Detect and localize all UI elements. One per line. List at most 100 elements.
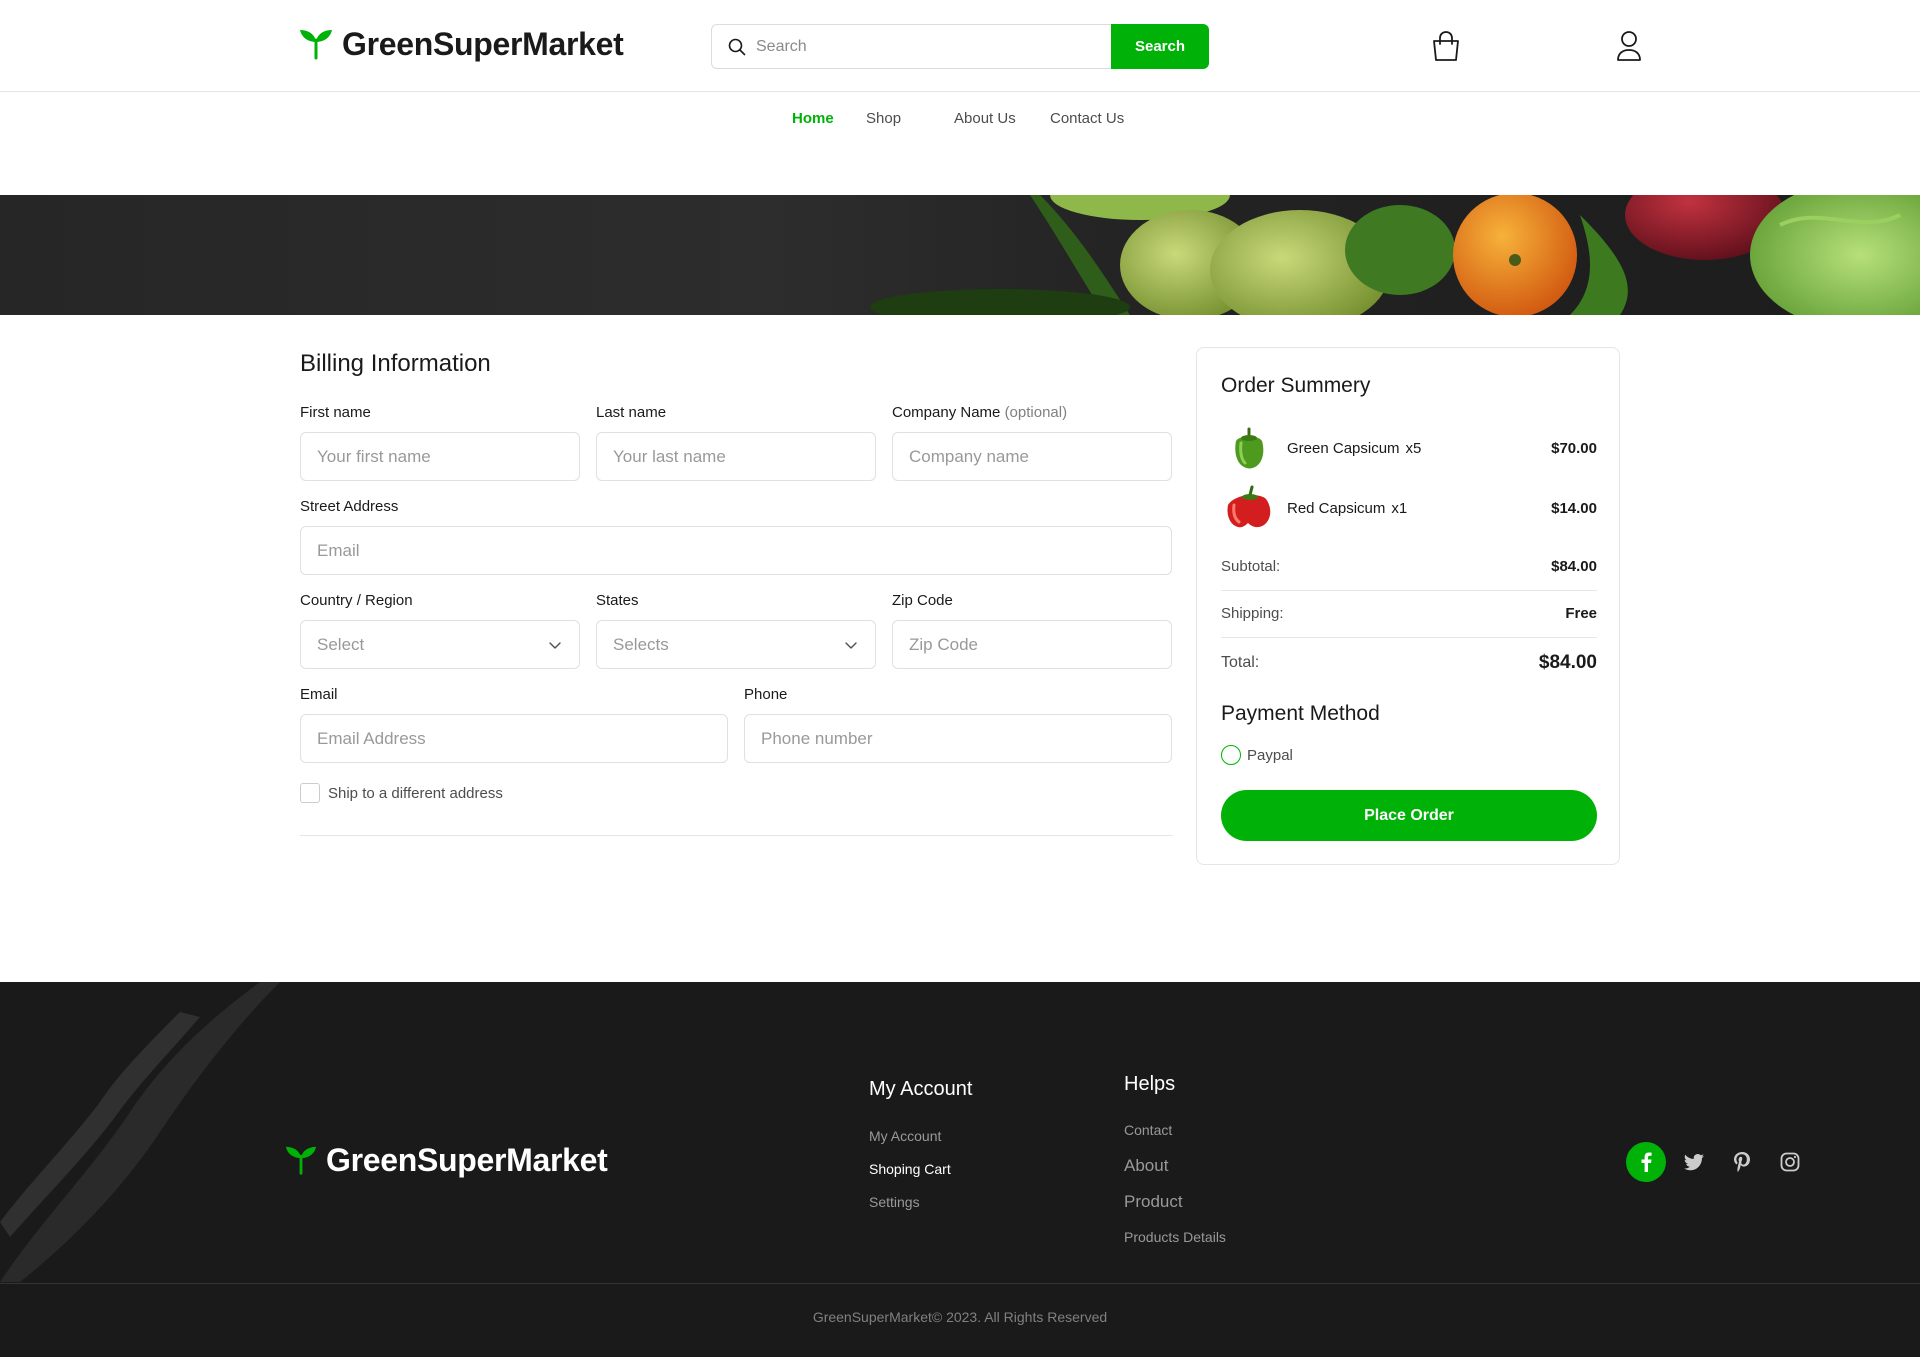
shopping-bag-icon[interactable] bbox=[1431, 30, 1461, 62]
street-address-placeholder: Email bbox=[317, 540, 360, 560]
zip-code-placeholder: Zip Code bbox=[909, 634, 978, 654]
order-item-price: $14.00 bbox=[1551, 499, 1597, 517]
payment-option-paypal[interactable]: Paypal bbox=[1221, 745, 1293, 765]
footer-link-shopping-cart[interactable]: Shoping Cart bbox=[869, 1161, 951, 1177]
email-label: Email bbox=[300, 686, 338, 703]
helps-title: Helps bbox=[1124, 1073, 1176, 1095]
nav-shop[interactable]: Shop bbox=[866, 110, 901, 127]
payment-method-title: Payment Method bbox=[1221, 702, 1380, 725]
last-name-field[interactable]: Your last name bbox=[596, 432, 876, 481]
footer-link-my-account[interactable]: My Account bbox=[869, 1128, 941, 1144]
search-bar: Search Search bbox=[711, 24, 1209, 69]
leaf-logo-icon bbox=[285, 1146, 317, 1175]
company-name-placeholder: Company name bbox=[909, 446, 1030, 466]
order-item: Red Capsicum x1 $14.00 bbox=[1221, 480, 1597, 536]
search-input[interactable]: Search bbox=[711, 24, 1111, 69]
ship-different-address-checkbox[interactable] bbox=[300, 783, 320, 803]
order-summary-card: Order Summery Green Capsicum x5 $70.00 R… bbox=[1196, 347, 1620, 865]
footer-divider bbox=[0, 1283, 1920, 1284]
chevron-down-icon bbox=[549, 642, 561, 649]
hero-banner-image bbox=[0, 195, 1920, 315]
billing-title: Billing Information bbox=[300, 350, 491, 377]
shipping-label: Shipping: bbox=[1221, 605, 1284, 622]
company-name-label-text: Company Name bbox=[892, 404, 1001, 421]
vegetables-illustration bbox=[870, 195, 1920, 315]
footer-link-contact[interactable]: Contact bbox=[1124, 1122, 1172, 1138]
red-capsicum-icon bbox=[1221, 480, 1277, 536]
shipping-value: Free bbox=[1565, 605, 1597, 622]
green-capsicum-icon bbox=[1221, 420, 1277, 476]
order-item-name: Red Capsicum bbox=[1287, 499, 1386, 517]
last-name-placeholder: Your last name bbox=[613, 446, 726, 466]
pinterest-icon[interactable] bbox=[1722, 1142, 1762, 1182]
brush-texture-decoration bbox=[0, 982, 280, 1282]
total-value: $84.00 bbox=[1538, 652, 1597, 673]
search-icon bbox=[728, 38, 746, 55]
subtotal-value: $84.00 bbox=[1551, 558, 1597, 575]
my-account-title: My Account bbox=[869, 1078, 973, 1100]
total-label: Total: bbox=[1221, 654, 1260, 671]
nav-contact-us[interactable]: Contact Us bbox=[1050, 110, 1124, 127]
states-value: Selects bbox=[613, 634, 669, 654]
instagram-icon[interactable] bbox=[1770, 1142, 1810, 1182]
user-icon[interactable] bbox=[1614, 30, 1644, 62]
ship-different-address-label: Ship to a different address bbox=[328, 784, 503, 802]
search-button[interactable]: Search bbox=[1111, 24, 1209, 69]
order-summary-title: Order Summery bbox=[1221, 374, 1371, 397]
footer-link-settings[interactable]: Settings bbox=[869, 1194, 920, 1210]
last-name-label: Last name bbox=[596, 404, 667, 421]
phone-placeholder: Phone number bbox=[761, 728, 873, 748]
paypal-label: Paypal bbox=[1247, 746, 1293, 764]
site-header: GreenSuperMarket Search Search bbox=[0, 0, 1920, 92]
facebook-icon[interactable] bbox=[1626, 1142, 1666, 1182]
nav-about-us[interactable]: About Us bbox=[954, 110, 1016, 127]
shipping-row: Shipping: Free bbox=[1221, 605, 1597, 622]
footer-link-about[interactable]: About bbox=[1124, 1156, 1168, 1176]
email-field[interactable]: Email Address bbox=[300, 714, 728, 763]
country-region-select[interactable]: Select bbox=[300, 620, 580, 669]
summary-divider bbox=[1221, 590, 1597, 591]
footer-logo[interactable]: GreenSuperMarket bbox=[284, 1142, 608, 1179]
country-region-label: Country / Region bbox=[300, 592, 413, 609]
copyright-text: GreenSuperMarket© 2023. All Rights Reser… bbox=[812, 1309, 1108, 1325]
social-links bbox=[1626, 1142, 1810, 1182]
company-optional-text: (optional) bbox=[1004, 404, 1068, 421]
company-name-label: Company Name (optional) bbox=[892, 404, 1067, 421]
first-name-field[interactable]: Your first name bbox=[300, 432, 580, 481]
footer-link-products-details[interactable]: Products Details bbox=[1124, 1229, 1226, 1245]
states-select[interactable]: Selects bbox=[596, 620, 876, 669]
site-footer: GreenSuperMarket My Account My Account S… bbox=[0, 982, 1920, 1357]
twitter-icon[interactable] bbox=[1674, 1142, 1714, 1182]
summary-divider bbox=[1221, 637, 1597, 638]
order-item: Green Capsicum x5 $70.00 bbox=[1221, 420, 1597, 476]
footer-link-product[interactable]: Product bbox=[1124, 1192, 1183, 1212]
first-name-placeholder: Your first name bbox=[317, 446, 431, 466]
street-address-label: Street Address bbox=[300, 498, 399, 515]
paypal-radio[interactable] bbox=[1221, 745, 1241, 765]
subtotal-label: Subtotal: bbox=[1221, 558, 1281, 575]
country-region-value: Select bbox=[317, 634, 365, 654]
logo-text: GreenSuperMarket bbox=[342, 26, 624, 62]
order-item-name: Green Capsicum bbox=[1287, 439, 1400, 457]
search-placeholder: Search bbox=[756, 37, 807, 55]
footer-logo-text: GreenSuperMarket bbox=[326, 1142, 608, 1178]
ship-different-address-row[interactable]: Ship to a different address bbox=[300, 783, 503, 803]
nav-home[interactable]: Home bbox=[792, 110, 834, 127]
email-placeholder: Email Address bbox=[317, 728, 426, 748]
first-name-label: First name bbox=[300, 404, 371, 421]
company-name-field[interactable]: Company name bbox=[892, 432, 1172, 481]
subtotal-row: Subtotal: $84.00 bbox=[1221, 558, 1597, 575]
place-order-button[interactable]: Place Order bbox=[1221, 790, 1597, 841]
logo[interactable]: GreenSuperMarket bbox=[298, 26, 624, 63]
phone-field[interactable]: Phone number bbox=[744, 714, 1172, 763]
total-row: Total: $84.00 bbox=[1221, 652, 1597, 674]
billing-divider bbox=[300, 835, 1173, 836]
order-item-qty: x5 bbox=[1405, 439, 1422, 457]
zip-code-label: Zip Code bbox=[892, 592, 953, 609]
order-item-qty: x1 bbox=[1391, 499, 1408, 517]
main-nav: Home Shop About Us Contact Us bbox=[0, 106, 1920, 132]
street-address-field[interactable]: Email bbox=[300, 526, 1172, 575]
order-item-price: $70.00 bbox=[1551, 439, 1597, 457]
zip-code-field[interactable]: Zip Code bbox=[892, 620, 1172, 669]
states-label: States bbox=[596, 592, 639, 609]
